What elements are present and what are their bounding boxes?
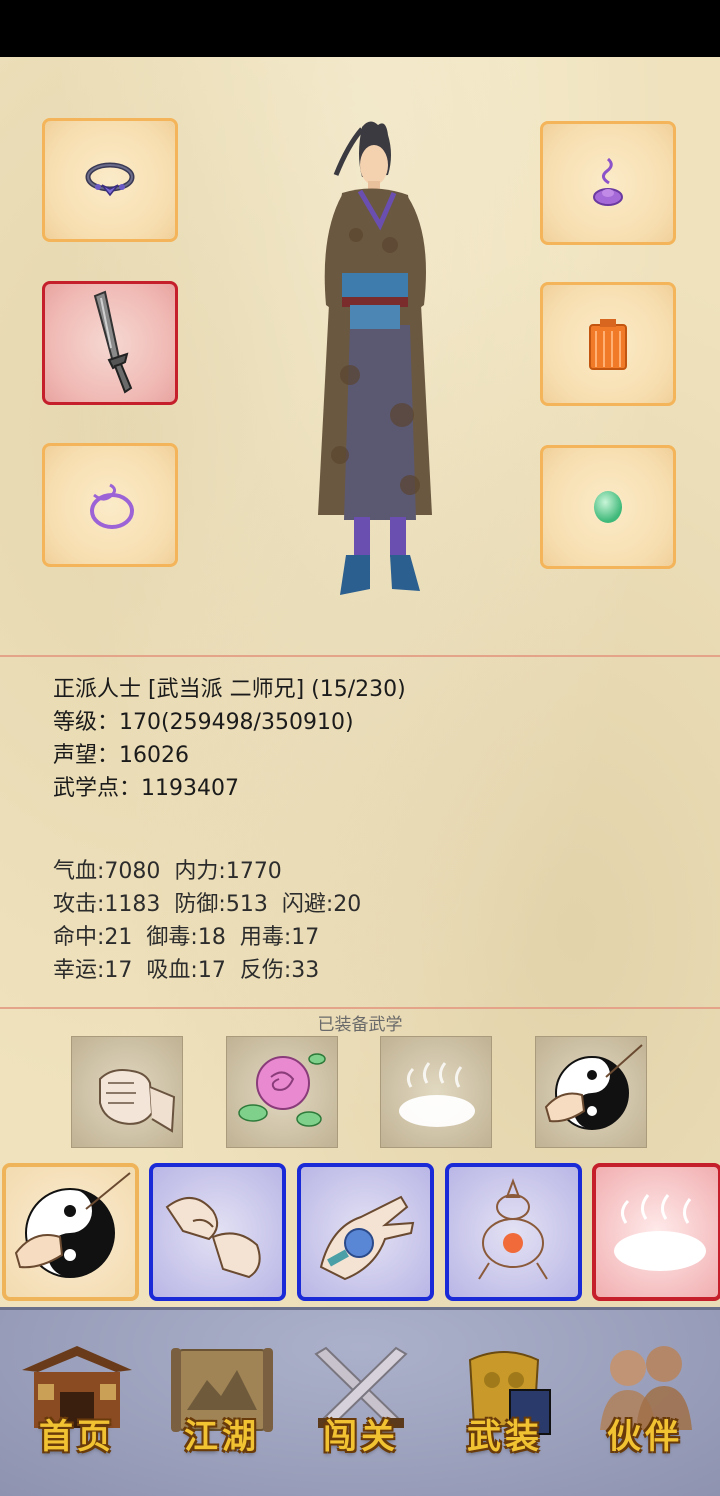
stat-lifesteal: 吸血:17 bbox=[146, 958, 226, 983]
stat-hit: 命中:21 bbox=[53, 925, 133, 950]
status-bar bbox=[0, 0, 720, 57]
mist-icon bbox=[399, 1062, 475, 1127]
stat-reflect: 反伤:33 bbox=[239, 958, 320, 983]
character-level: 等级：170(259498/350910) bbox=[53, 710, 354, 735]
linked-fists-icon bbox=[165, 1197, 261, 1279]
skill-card-4[interactable] bbox=[445, 1163, 582, 1301]
character-info: 正派人士 [武当派 二师兄] (15/230) 等级：170(259498/35… bbox=[53, 673, 406, 805]
stat-attack: 攻击:1183 bbox=[53, 892, 161, 917]
nav-partner[interactable]: 伙伴 bbox=[580, 1340, 710, 1470]
stats-row: 攻击:1183 防御:513 闪避:20 bbox=[53, 888, 375, 921]
nav-home-label: 首页 bbox=[39, 1417, 115, 1457]
nav-gear-label: 武装 bbox=[467, 1417, 543, 1457]
equip-slot-accessory[interactable] bbox=[42, 443, 178, 567]
equip-slot-jade[interactable] bbox=[540, 445, 676, 569]
equip-slot-weapon[interactable] bbox=[42, 281, 178, 405]
rose-icon bbox=[238, 1053, 326, 1127]
nav-jianghu-label: 江湖 bbox=[184, 1417, 260, 1457]
gourd-lamp-icon bbox=[478, 1178, 548, 1280]
nav-jianghu[interactable]: 江湖 bbox=[157, 1340, 287, 1470]
equipped-skill-slot-1[interactable] bbox=[71, 1036, 183, 1148]
stat-mp: 内力:1770 bbox=[174, 859, 282, 884]
stats-row: 气血:7080 内力:1770 bbox=[53, 855, 375, 888]
rope-ring-icon bbox=[90, 483, 134, 529]
bottom-navigation: 首页 江湖 闯关 武装 伙伴 bbox=[0, 1307, 720, 1496]
fist-icon bbox=[99, 1069, 176, 1133]
stat-hp: 气血:7080 bbox=[53, 859, 161, 884]
yinyang-palm-icon bbox=[544, 1044, 643, 1130]
equip-slot-armor[interactable] bbox=[540, 282, 676, 406]
equipped-skill-slot-4[interactable] bbox=[535, 1036, 647, 1148]
stats-row: 幸运:17 吸血:17 反伤:33 bbox=[53, 954, 375, 987]
divider-top bbox=[0, 655, 720, 657]
equipped-skill-slot-2[interactable] bbox=[226, 1036, 338, 1148]
stat-poison-use: 用毒:17 bbox=[239, 925, 320, 950]
skill-card-5[interactable] bbox=[592, 1163, 720, 1301]
skill-card-3[interactable] bbox=[297, 1163, 434, 1301]
incense-icon bbox=[593, 157, 623, 206]
equipped-skills-title: 已装备武学 bbox=[317, 1015, 403, 1035]
nav-partner-label: 伙伴 bbox=[607, 1417, 683, 1457]
skill-card-2[interactable] bbox=[149, 1163, 286, 1301]
palm-flower-icon bbox=[319, 1195, 415, 1281]
stat-defense: 防御:513 bbox=[174, 892, 268, 917]
stat-luck: 幸运:17 bbox=[53, 958, 133, 983]
nav-challenge[interactable]: 闯关 bbox=[296, 1340, 426, 1470]
divider-bottom bbox=[0, 1007, 720, 1009]
stat-dodge: 闪避:20 bbox=[281, 892, 362, 917]
nav-challenge-label: 闯关 bbox=[323, 1417, 399, 1457]
nav-gear[interactable]: 武装 bbox=[440, 1340, 570, 1470]
ring-icon bbox=[85, 162, 135, 197]
equip-slot-ring[interactable] bbox=[42, 118, 178, 242]
yinyang-palm-icon bbox=[14, 1172, 131, 1278]
character-title: 正派人士 [武当派 二师兄] (15/230) bbox=[53, 677, 406, 702]
sword-icon bbox=[93, 290, 133, 394]
equipped-skill-slot-3[interactable] bbox=[380, 1036, 492, 1148]
equip-slot-incense[interactable] bbox=[540, 121, 676, 245]
skill-card-1[interactable] bbox=[2, 1163, 139, 1301]
armor-icon bbox=[589, 319, 627, 370]
stats-row: 命中:21 御毒:18 用毒:17 bbox=[53, 921, 375, 954]
stat-poison-resist: 御毒:18 bbox=[146, 925, 226, 950]
character-stats: 气血:7080 内力:1770 攻击:1183 防御:513 闪避:20 命中:21 御… bbox=[53, 855, 375, 987]
jade-icon bbox=[594, 491, 622, 523]
mist-icon bbox=[614, 1194, 706, 1271]
character-martial-points: 武学点：1193407 bbox=[53, 776, 239, 801]
nav-home[interactable]: 首页 bbox=[12, 1340, 142, 1470]
character-portrait bbox=[318, 121, 432, 595]
character-reputation: 声望：16026 bbox=[53, 743, 189, 768]
